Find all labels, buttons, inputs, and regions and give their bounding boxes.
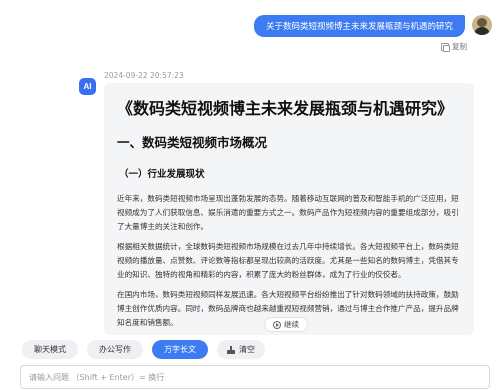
user-message-bubble: 关于数码类短视频博主未来发展瓶颈与机遇的研究: [253, 15, 465, 37]
input-box: [20, 365, 490, 389]
user-message-row: 关于数码类短视频博主未来发展瓶颈与机遇的研究: [253, 15, 492, 37]
ai-avatar: AI: [79, 78, 96, 95]
section-heading: 一、数码类短视频市场概况: [117, 135, 268, 150]
mode-longform-button[interactable]: 万字长文: [152, 340, 208, 359]
assistant-answer: 《数码类短视频博主未来发展瓶颈与机遇研究》 一、数码类短视频市场概况 （一）行业…: [104, 83, 474, 335]
copy-icon: [441, 42, 450, 52]
broom-icon: [227, 345, 235, 354]
copy-label: 复制: [452, 42, 467, 51]
mode-bar: 聊天模式 办公写作 万字长文 清空: [22, 340, 265, 359]
user-avatar: [472, 15, 492, 35]
continue-button[interactable]: 继续: [264, 317, 308, 332]
document-title: 《数码类短视频博主未来发展瓶颈与机遇研究》: [117, 99, 454, 118]
answer-paragraph: 近年来，数码类短视频市场呈现出蓬勃发展的态势。随着移动互联网的普及和智能手机的广…: [117, 194, 459, 231]
mode-office-button[interactable]: 办公写作: [87, 340, 143, 359]
question-input[interactable]: [29, 372, 481, 382]
answer-paragraph: 根据相关数据统计，全球数码类短视频市场规模在过去几年中持续增长。各大短视频平台上…: [117, 242, 459, 279]
subsection-heading: （一）行业发展现状: [119, 169, 205, 180]
clear-label: 清空: [239, 345, 255, 354]
message-timestamp: 2024-09-22 20:57:23: [104, 71, 184, 80]
play-icon: [273, 320, 281, 329]
mode-chat-button[interactable]: 聊天模式: [22, 340, 78, 359]
clear-button[interactable]: 清空: [217, 340, 265, 359]
copy-button[interactable]: 复制: [441, 41, 467, 52]
continue-label: 继续: [284, 320, 299, 329]
